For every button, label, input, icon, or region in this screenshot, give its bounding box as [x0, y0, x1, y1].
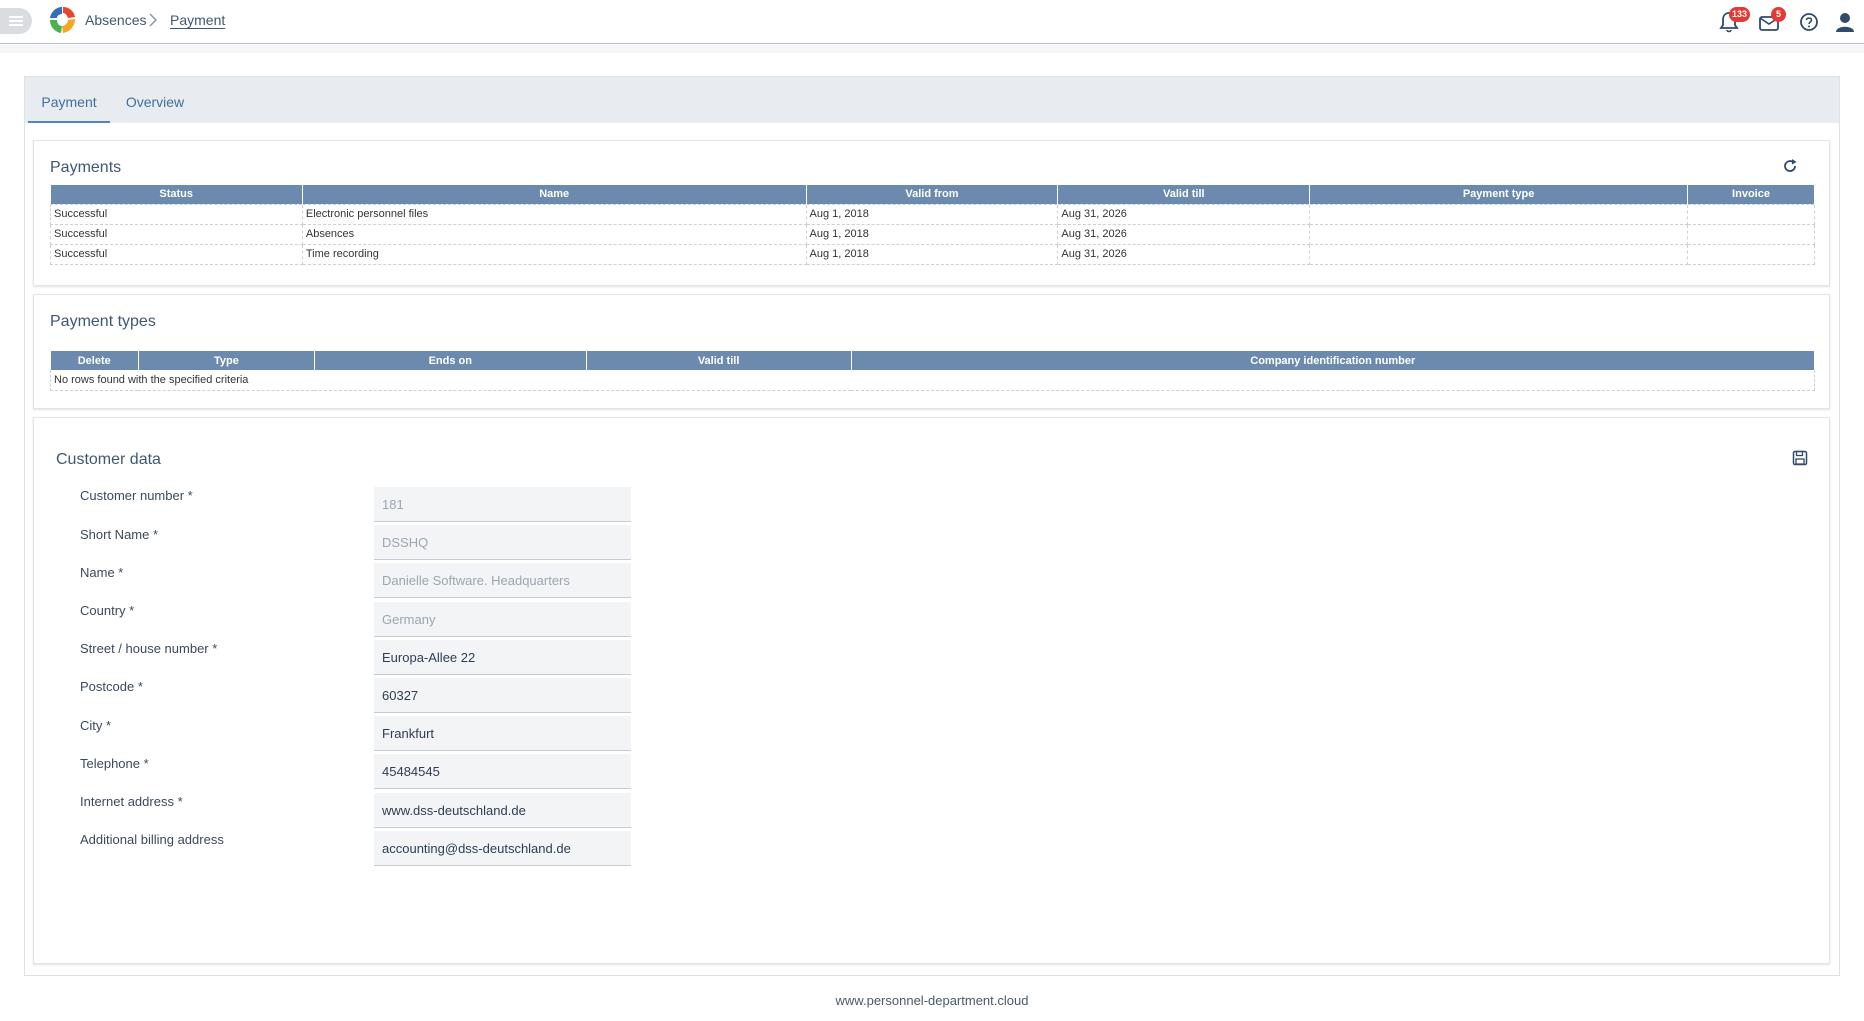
additional-billing-address-label: Additional billing address — [80, 832, 224, 847]
table-cell: Time recording — [301, 243, 807, 265]
column-header[interactable]: Valid till — [1057, 185, 1311, 204]
column-header[interactable]: Valid from — [806, 185, 1059, 204]
additional-billing-address-field[interactable] — [374, 831, 631, 866]
help-button[interactable] — [1796, 9, 1822, 35]
messages-badge: 5 — [1771, 7, 1786, 22]
messages-button[interactable]: 5 — [1756, 7, 1786, 35]
payments-title: Payments — [50, 159, 122, 176]
city-label: City * — [80, 718, 112, 733]
table-cell: Aug 1, 2018 — [805, 203, 1059, 225]
top-bar: Absences Payment 133 5 — [0, 0, 1864, 44]
table-cell — [1687, 203, 1815, 225]
user-icon — [1836, 13, 1854, 32]
notifications-button[interactable]: 133 — [1716, 7, 1751, 35]
table-cell — [1309, 243, 1688, 265]
customer-data-panel: Customer data — [33, 417, 1830, 964]
column-header[interactable]: Delete — [50, 351, 139, 370]
column-header[interactable]: Ends on — [314, 351, 587, 370]
payments-table: Status Name Valid from Valid till Paymen… — [50, 185, 1815, 265]
short-name-field[interactable] — [374, 525, 631, 560]
table-cell: Aug 31, 2026 — [1057, 243, 1311, 265]
notifications-badge: 133 — [1729, 7, 1751, 22]
postcode-label: Postcode * — [80, 679, 143, 694]
name-field[interactable] — [374, 563, 631, 598]
postcode-field[interactable] — [374, 678, 631, 713]
column-header[interactable]: Name — [302, 185, 807, 204]
tab-bar: Payment Overview — [25, 77, 1839, 123]
short-name-label: Short Name * — [80, 527, 159, 542]
country-field[interactable] — [374, 602, 631, 637]
table-cell: Successful — [50, 223, 303, 245]
column-header[interactable]: Valid till — [586, 351, 852, 370]
column-header[interactable]: Invoice — [1687, 185, 1815, 204]
column-header[interactable]: Payment type — [1309, 185, 1688, 204]
city-field[interactable] — [374, 716, 631, 751]
table-cell: Aug 31, 2026 — [1057, 223, 1311, 245]
table-cell — [1309, 223, 1688, 245]
column-header[interactable]: Type — [138, 351, 315, 370]
tab-overview[interactable]: Overview — [113, 77, 197, 123]
content-frame: Payment Overview Payments Status Name Va… — [24, 76, 1840, 976]
table-cell: Aug 31, 2026 — [1057, 203, 1311, 225]
table-row[interactable]: Successful Electronic personnel files Au… — [50, 203, 1815, 225]
street-field[interactable] — [374, 640, 631, 675]
column-header[interactable]: Company identification number — [851, 351, 1816, 370]
country-label: Country * — [80, 603, 135, 618]
empty-message: No rows found with the specified criteri… — [50, 370, 1815, 391]
tab-payment[interactable]: Payment — [28, 77, 110, 123]
internet-address-field[interactable] — [374, 793, 631, 828]
payments-panel: Payments Status Name Valid from Valid ti… — [33, 140, 1830, 286]
menu-icon[interactable] — [0, 8, 32, 34]
table-cell: Aug 1, 2018 — [805, 223, 1059, 245]
payment-types-panel: Payment types Delete Type Ends on Valid … — [33, 294, 1830, 409]
app-logo-icon[interactable] — [47, 4, 79, 36]
customer-data-title: Customer data — [56, 451, 161, 468]
header-shadow — [0, 45, 1864, 53]
breadcrumb-page[interactable]: Payment — [170, 12, 225, 28]
save-icon[interactable] — [1792, 450, 1808, 466]
table-row[interactable]: Successful Time recording Aug 1, 2018 Au… — [50, 243, 1815, 265]
table-cell — [1687, 243, 1815, 265]
breadcrumb-app[interactable]: Absences — [85, 12, 146, 28]
user-button[interactable] — [1832, 9, 1858, 35]
customer-number-field[interactable] — [374, 487, 631, 522]
payment-types-header-row: Delete Type Ends on Valid till Company i… — [50, 351, 1816, 370]
refresh-icon[interactable] — [1781, 157, 1799, 175]
table-cell — [1309, 203, 1688, 225]
help-icon — [1800, 13, 1818, 31]
table-cell: Electronic personnel files — [301, 203, 807, 225]
table-cell — [1687, 223, 1815, 245]
table-row[interactable]: Successful Absences Aug 1, 2018 Aug 31, … — [50, 223, 1815, 245]
payment-types-title: Payment types — [50, 313, 156, 330]
chevron-right-icon — [149, 13, 158, 27]
name-label: Name * — [80, 565, 124, 580]
telephone-label: Telephone * — [80, 756, 149, 771]
internet-address-label: Internet address * — [80, 794, 183, 809]
table-cell: Successful — [50, 203, 303, 225]
payments-header-row: Status Name Valid from Valid till Paymen… — [50, 185, 1815, 204]
empty-row: No rows found with the specified criteri… — [50, 370, 1815, 391]
payment-types-table: Delete Type Ends on Valid till Company i… — [50, 351, 1816, 391]
footer-link[interactable]: www.personnel-department.cloud — [0, 993, 1864, 1008]
column-header[interactable]: Status — [50, 185, 303, 204]
street-label: Street / house number * — [80, 641, 218, 656]
table-cell: Aug 1, 2018 — [805, 243, 1059, 265]
customer-number-label: Customer number * — [80, 488, 193, 503]
table-cell: Absences — [301, 223, 807, 245]
telephone-field[interactable] — [374, 754, 631, 789]
table-cell: Successful — [50, 243, 303, 265]
